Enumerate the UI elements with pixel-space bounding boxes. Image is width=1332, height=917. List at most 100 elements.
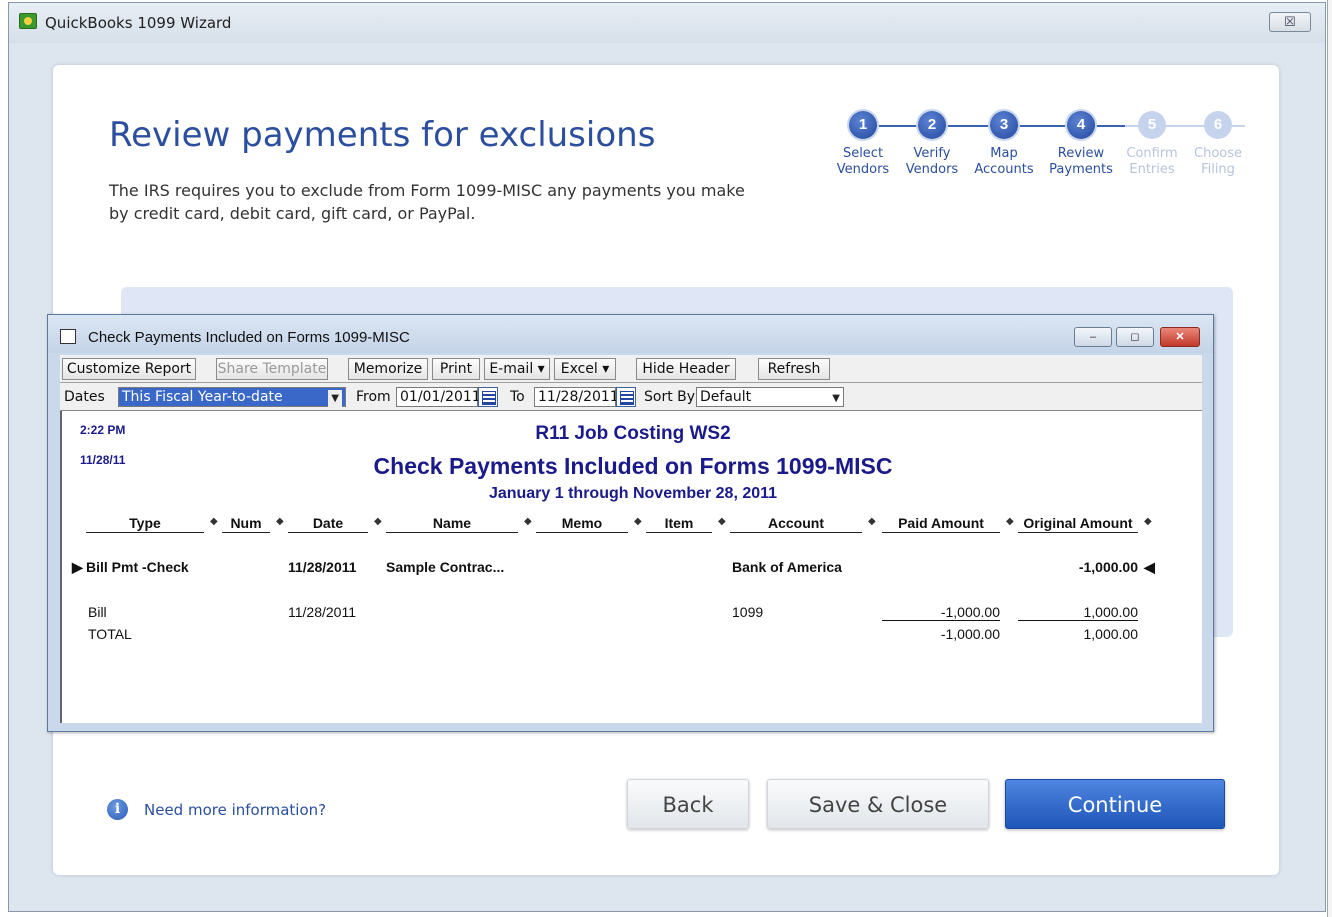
step-label: Accounts [974,162,1034,177]
step-label: Vendors [905,162,959,177]
window-titlebar: QuickBooks 1099 Wizard ☒ [9,3,1325,43]
diamond-icon: ◆ [634,516,642,527]
wizard-steps: 1 Select Vendors 2 Verify Vendors 3 Map Acc… [825,111,1245,191]
row-account: 1099 [732,604,764,620]
report-filterbar: Dates This Fiscal Year-to-date ▼ From 01… [60,383,1202,411]
report-company: R11 Job Costing WS2 [535,423,731,444]
background-window-edge [1327,0,1332,917]
from-label: From [356,389,391,405]
quickbooks-logo-icon [19,13,37,29]
row-type: Bill [88,604,107,620]
info-icon[interactable]: i [107,799,128,820]
row-type: Bill Pmt -Check [86,559,189,575]
memorize-button[interactable]: Memorize [348,358,428,380]
column-header-item[interactable]: Item [646,515,712,533]
from-date-input[interactable]: 01/01/2011 [396,387,481,407]
step-choose-filing: 6 Choose Filing [1180,111,1256,178]
calendar-icon[interactable] [478,387,498,407]
step-label: Choose [1194,146,1242,161]
window-title: QuickBooks 1099 Wizard [45,14,232,32]
window-close-button[interactable]: ☒ [1269,12,1311,32]
refresh-button[interactable]: Refresh [758,358,830,380]
row-marker-icon: ◀ [1144,559,1155,575]
page-description: The IRS requires you to exclude from For… [109,181,745,223]
sortby-select-value: Default [700,389,752,405]
report-title: Check Payments Included on Forms 1099-MI… [373,453,893,479]
restore-button[interactable]: ◻ [1116,327,1154,347]
to-label: To [510,389,525,405]
report-subtitle: January 1 through November 28, 2011 [488,485,778,502]
step-label: Entries [1129,162,1175,177]
print-button[interactable]: Print [432,358,480,380]
dates-label: Dates [64,389,105,405]
column-header-account[interactable]: Account [730,515,862,533]
total-original-amount: 1,000.00 [1083,626,1139,642]
step-number: 1 [849,111,877,139]
row-date: 11/28/2011 [288,559,357,575]
minimize-button[interactable]: – [1074,327,1112,347]
report-titlebar: Check Payments Included on Forms 1099-MI… [48,315,1213,353]
help-link[interactable]: Need more information? [144,801,326,819]
step-label: Vendors [836,162,890,177]
calendar-icon[interactable] [616,387,636,407]
column-header-num[interactable]: Num [222,515,270,533]
step-label: Review [1057,146,1105,161]
report-doc-icon [60,329,76,344]
total-paid-amount: -1,000.00 [940,626,1000,642]
save-close-button[interactable]: Save & Close [767,779,989,829]
hide-header-button[interactable]: Hide Header [636,358,736,380]
column-header-name[interactable]: Name [386,515,518,533]
step-label: Confirm [1126,146,1178,161]
excel-button[interactable]: Excel ▾ [554,358,616,380]
page-title: Review payments for exclusions [109,115,656,155]
report-close-button[interactable]: ✕ [1160,327,1200,347]
report-body: 2:22 PM 11/28/11 R11 Job Costing WS2 Che… [60,411,1202,723]
diamond-icon: ◆ [276,516,284,527]
step-verify-vendors: 2 Verify Vendors [894,111,970,178]
share-template-button[interactable]: Share Template [216,358,328,380]
row-paid-amount: -1,000.00 [882,604,1000,621]
report-toolbar: Customize Report Share Template Memorize… [60,355,1202,383]
chevron-down-icon: ▼ [832,393,840,404]
column-header-paid-amount[interactable]: Paid Amount [882,515,1000,533]
step-confirm-entries: 5 Confirm Entries [1114,111,1190,178]
back-button[interactable]: Back [627,779,749,829]
dates-select[interactable]: This Fiscal Year-to-date ▼ [118,387,346,408]
continue-button[interactable]: Continue [1005,779,1225,829]
diamond-icon: ◆ [718,516,726,527]
row-name: Sample Contrac... [386,559,505,575]
row-account: Bank of America [732,559,842,575]
chevron-down-icon: ▼ [328,390,342,408]
diamond-icon: ◆ [1144,516,1152,527]
column-header-original-amount[interactable]: Original Amount [1018,515,1138,533]
diamond-icon: ◆ [868,516,876,527]
sortby-select[interactable]: Default ▼ [696,387,844,407]
sortby-label: Sort By [644,389,696,405]
email-button[interactable]: E-mail ▾ [484,358,550,380]
diamond-icon: ◆ [1006,516,1014,527]
row-original-amount: -1,000.00 [1078,559,1138,575]
to-date-input[interactable]: 11/28/2011 [534,387,619,407]
step-label: Map [990,146,1018,161]
column-header-type[interactable]: Type [86,515,204,533]
step-number: 2 [918,111,946,139]
total-label: TOTAL [88,626,132,642]
row-expand-arrow-icon[interactable]: ▶ [72,559,83,576]
column-header-date[interactable]: Date [288,515,368,533]
step-map-accounts: 3 Map Accounts [966,111,1042,178]
step-review-payments: 4 Review Payments [1043,111,1119,178]
diamond-icon: ◆ [374,516,382,527]
step-number: 3 [990,111,1018,139]
step-number: 5 [1138,111,1166,139]
report-window-title: Check Payments Included on Forms 1099-MI… [88,329,410,346]
row-date: 11/28/2011 [288,604,356,620]
step-number: 6 [1204,111,1232,139]
customize-report-button[interactable]: Customize Report [62,358,196,380]
step-label: Select [842,146,884,161]
column-header-memo[interactable]: Memo [536,515,628,533]
row-original-amount: 1,000.00 [1018,604,1138,621]
step-label: Filing [1201,162,1235,177]
report-window: Check Payments Included on Forms 1099-MI… [47,314,1214,732]
step-label: Payments [1049,162,1113,177]
step-number: 4 [1067,111,1095,139]
